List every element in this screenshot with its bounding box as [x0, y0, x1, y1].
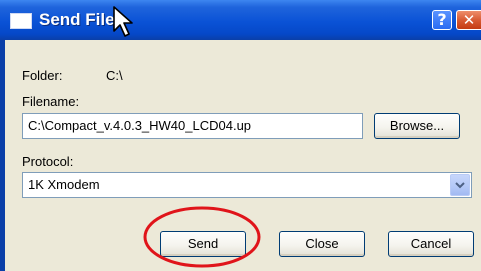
close-button[interactable]: Close: [279, 231, 365, 257]
folder-label: Folder:: [22, 68, 63, 83]
window-frame: [0, 0, 5, 271]
protocol-select[interactable]: 1K Xmodem: [22, 172, 472, 198]
protocol-selected-value: 1K Xmodem: [28, 177, 100, 192]
highlight-circle: [143, 206, 261, 268]
dropdown-arrow-button[interactable]: [450, 174, 470, 196]
dialog-title: Send File: [39, 10, 115, 29]
filename-input[interactable]: C:\Compact_v.4.0.3_HW40_LCD04.up: [22, 113, 363, 139]
folder-value: C:\: [106, 68, 123, 83]
cancel-button[interactable]: Cancel: [388, 231, 474, 257]
titlebar[interactable]: Send File ? ✕: [0, 0, 481, 40]
filename-label: Filename:: [22, 94, 80, 109]
window-icon: [10, 13, 32, 29]
close-window-button[interactable]: ✕: [456, 10, 481, 30]
browse-button[interactable]: Browse...: [374, 113, 460, 139]
help-button[interactable]: ?: [432, 10, 452, 30]
protocol-label: Protocol:: [22, 154, 74, 169]
mouse-cursor-icon: [113, 6, 133, 37]
send-file-dialog: Send File ? ✕ Folder: C:\ Filename: C:\C…: [0, 0, 481, 271]
chevron-down-icon: [455, 182, 465, 189]
